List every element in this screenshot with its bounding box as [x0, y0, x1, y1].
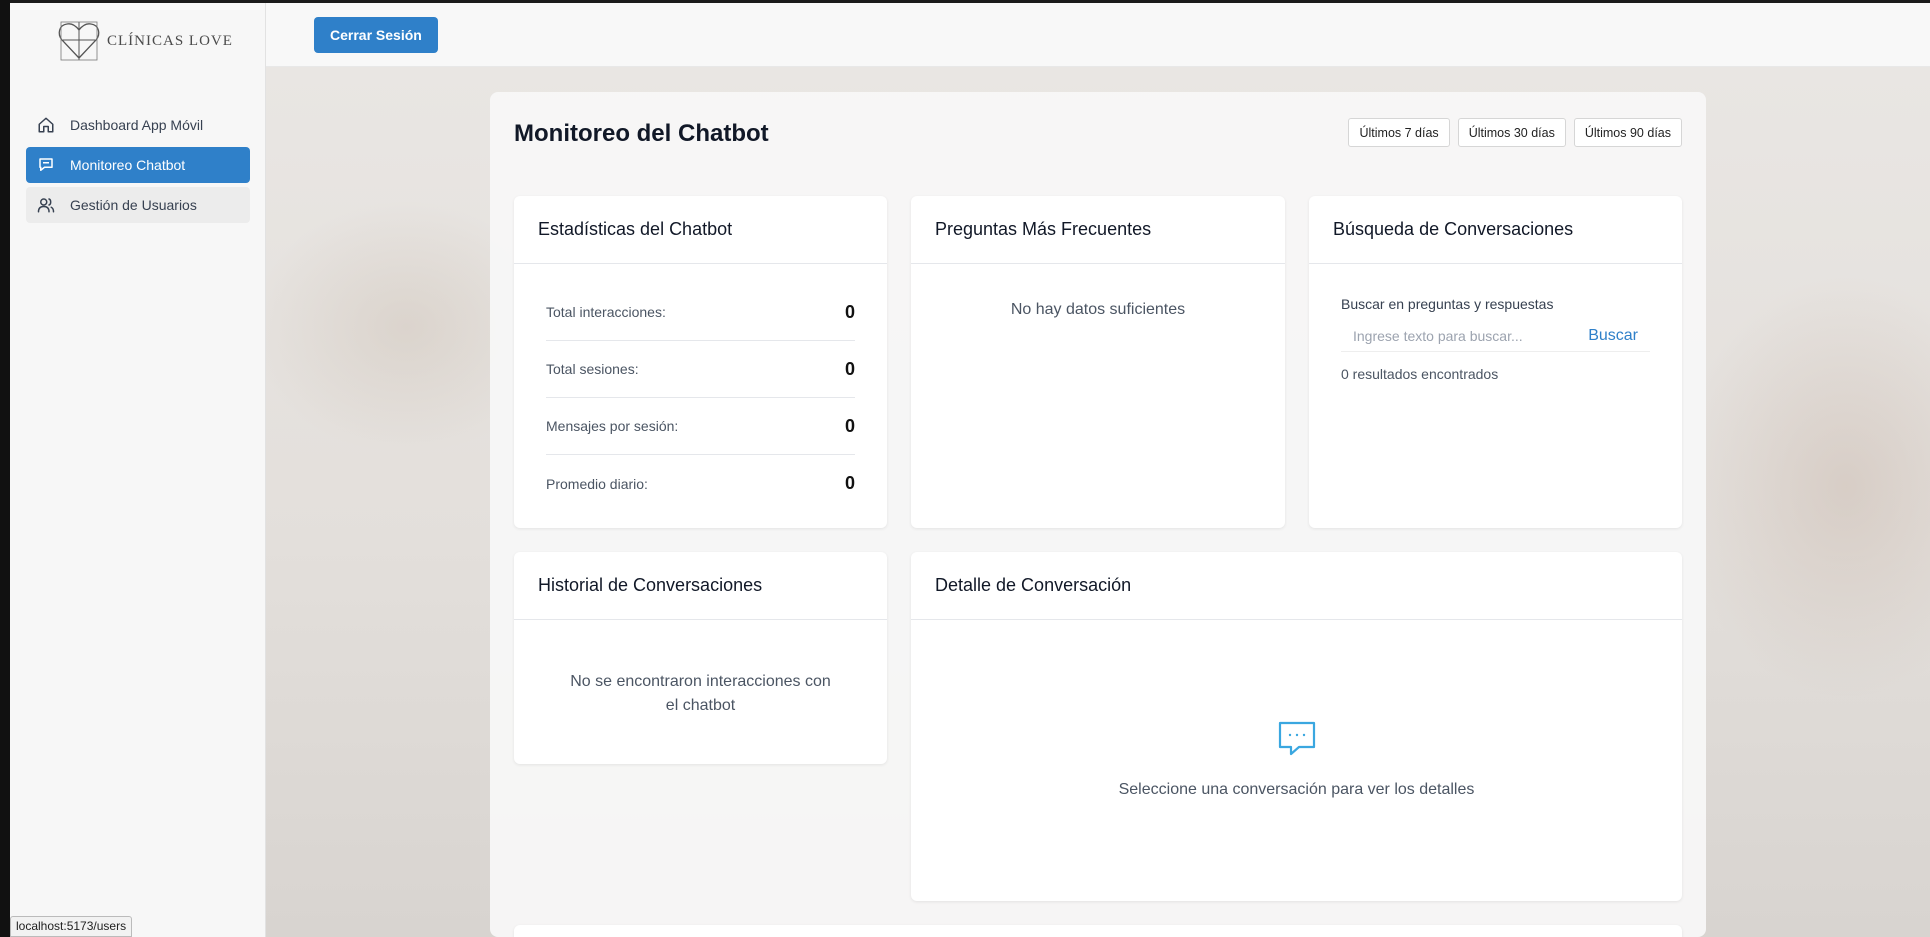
history-empty-line: el chatbot — [665, 697, 736, 714]
brand-logo[interactable]: CLÍNICAS LOVE — [57, 20, 233, 62]
history-card: Historial de Conversaciones No se encont… — [514, 552, 887, 764]
page-title: Monitoreo del Chatbot — [514, 120, 769, 147]
detail-card: Detalle de Conversación Seleccione una c… — [911, 552, 1682, 901]
stat-row: Mensajes por sesión: 0 — [546, 398, 855, 455]
stats-card: Estadísticas del Chatbot Total interacci… — [514, 196, 887, 528]
home-icon — [36, 115, 56, 135]
top-bar: Cerrar Sesión — [266, 3, 1930, 67]
logout-button[interactable]: Cerrar Sesión — [314, 17, 438, 53]
faq-card: Preguntas Más Frecuentes No hay datos su… — [911, 196, 1285, 528]
stat-label: Promedio diario: — [546, 475, 648, 492]
brand-name: CLÍNICAS LOVE — [107, 32, 233, 49]
sidebar-item-users[interactable]: Gestión de Usuarios — [26, 187, 250, 223]
sidebar-item-dashboard[interactable]: Dashboard App Móvil — [26, 107, 250, 143]
range-7-days-button[interactable]: Últimos 7 días — [1348, 118, 1450, 147]
chat-bubble-icon — [1278, 721, 1315, 756]
next-card — [514, 925, 1682, 937]
stat-row: Total interacciones: 0 — [546, 284, 855, 341]
heart-logo-icon — [58, 21, 100, 61]
history-empty-message: No se encontraron interacciones con el c… — [514, 670, 887, 718]
chat-icon — [36, 155, 56, 175]
search-label: Buscar en preguntas y respuestas — [1341, 296, 1554, 312]
search-row: Buscar — [1341, 320, 1650, 352]
users-icon — [36, 195, 56, 215]
results-count: 0 resultados encontrados — [1341, 366, 1499, 382]
sidebar-nav: Dashboard App Móvil Monitoreo Chatbot Ge… — [26, 107, 250, 227]
history-card-title: Historial de Conversaciones — [514, 552, 887, 620]
stat-label: Total interacciones: — [546, 304, 666, 320]
detail-empty-message: Seleccione una conversación para ver los… — [1118, 781, 1475, 798]
stat-value: 0 — [844, 473, 855, 493]
stat-label: Mensajes por sesión: — [546, 418, 679, 434]
range-90-days-button[interactable]: Últimos 90 días — [1573, 118, 1682, 147]
stat-value: 0 — [844, 358, 855, 379]
search-button[interactable]: Buscar — [1588, 327, 1650, 345]
search-form: Buscar en preguntas y respuestas Buscar … — [1309, 264, 1682, 382]
detail-empty-state — [911, 720, 1682, 758]
sidebar-item-label: Monitoreo Chatbot — [70, 157, 186, 173]
sidebar-item-label: Dashboard App Móvil — [70, 117, 204, 133]
main-panel: Monitoreo del Chatbot Últimos 7 días Últ… — [490, 92, 1706, 937]
stat-label: Total sesiones: — [546, 361, 639, 377]
date-range-selector: Últimos 7 días Últimos 30 días Últimos 9… — [1348, 118, 1682, 147]
faq-empty-message: No hay datos suficientes — [1010, 301, 1186, 318]
sidebar-item-label: Gestión de Usuarios — [70, 197, 197, 213]
range-30-days-button[interactable]: Últimos 30 días — [1457, 118, 1566, 147]
stat-value: 0 — [844, 415, 855, 436]
stat-row: Total sesiones: 0 — [546, 341, 855, 398]
sidebar: CLÍNICAS LOVE Dashboard App Móvil Monito… — [10, 3, 266, 937]
search-card-title: Búsqueda de Conversaciones — [1309, 196, 1682, 264]
status-bar-url: localhost:5173/users — [10, 916, 133, 937]
stats-card-title: Estadísticas del Chatbot — [514, 196, 887, 264]
faq-card-title: Preguntas Más Frecuentes — [911, 196, 1285, 264]
window-left-edge — [0, 0, 10, 937]
stat-value: 0 — [844, 301, 855, 322]
sidebar-item-chatbot[interactable]: Monitoreo Chatbot — [26, 147, 250, 183]
stat-row: Promedio diario: 0 — [546, 455, 855, 512]
search-input[interactable] — [1341, 327, 1589, 344]
stats-list: Total interacciones: 0 Total sesiones: 0… — [514, 264, 887, 512]
search-card: Búsqueda de Conversaciones Buscar en pre… — [1309, 196, 1682, 528]
history-empty-line: No se encontraron interacciones con — [570, 673, 831, 690]
detail-card-title: Detalle de Conversación — [911, 552, 1682, 620]
